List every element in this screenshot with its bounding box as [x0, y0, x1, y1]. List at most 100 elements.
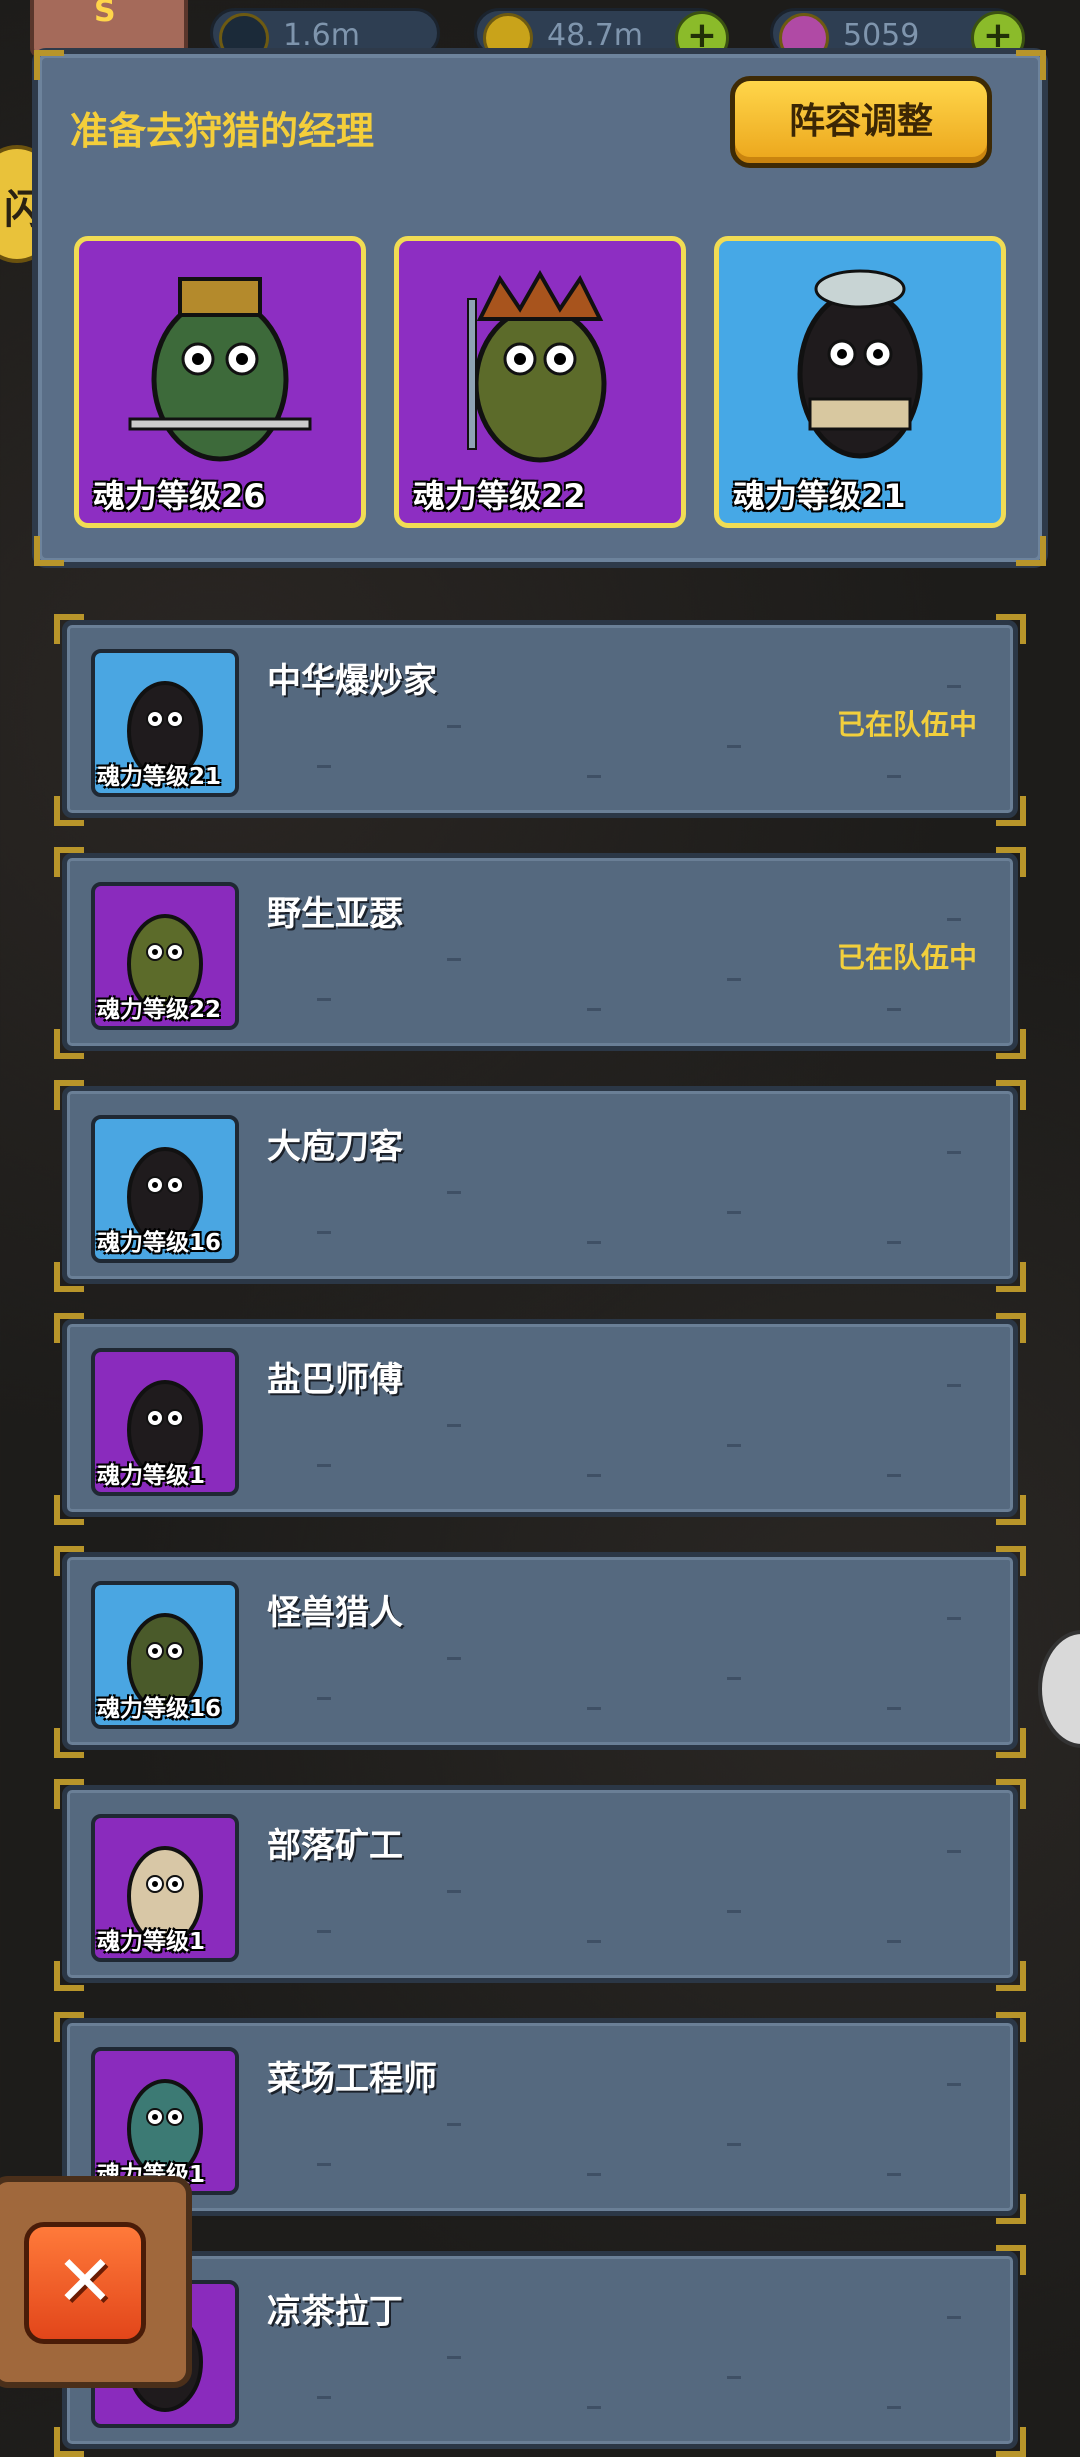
panel-texture	[587, 1940, 601, 1943]
corner-bolt	[996, 1961, 1026, 1991]
corner-bolt	[996, 796, 1026, 826]
manager-name: 大庖刀客	[267, 1127, 403, 1167]
in-team-status: 已在队伍中	[836, 941, 977, 974]
corner-bolt	[54, 1080, 84, 1110]
soul-level-label: 魂力等级1	[97, 1463, 206, 1489]
panel-texture	[727, 2143, 741, 2146]
manager-thumbnail: 魂力等级1	[91, 2047, 239, 2195]
team-slot-3[interactable]: 魂力等级21	[714, 236, 1006, 528]
panel-texture	[887, 775, 901, 778]
corner-bolt	[996, 1080, 1026, 1110]
panel-texture	[887, 2406, 901, 2409]
soul-level-label: 魂力等级22	[413, 477, 586, 515]
corner-bolt	[996, 1779, 1026, 1809]
panel-texture	[317, 765, 331, 768]
panel-texture	[317, 1464, 331, 1467]
panel-texture	[447, 2356, 461, 2359]
corner-bolt	[54, 614, 84, 644]
panel-texture	[317, 2396, 331, 2399]
panel-texture	[317, 998, 331, 1001]
panel-texture	[317, 2163, 331, 2166]
soul-level-label: 魂力等级21	[97, 764, 222, 790]
manager-portrait-icon	[467, 269, 607, 463]
panel-texture	[887, 1940, 901, 1943]
soul-level-label: 魂力等级21	[733, 477, 906, 515]
panel-texture	[727, 1910, 741, 1913]
close-button[interactable]: ✕	[24, 2222, 146, 2344]
panel-texture	[887, 1474, 901, 1477]
close-button-frame: ✕	[0, 2176, 192, 2388]
corner-bolt	[54, 2427, 84, 2457]
panel-texture	[727, 978, 741, 981]
manager-row[interactable]: 凉茶拉丁	[62, 2251, 1018, 2449]
manager-row[interactable]: 魂力等级21 中华爆炒家 已在队伍中	[62, 620, 1018, 818]
panel-texture	[317, 1697, 331, 1700]
team-slot-1[interactable]: 魂力等级26	[74, 236, 366, 528]
manager-name: 怪兽猎人	[267, 1593, 403, 1633]
panel-texture	[587, 775, 601, 778]
manager-name: 部落矿工	[267, 1826, 403, 1866]
corner-bolt	[54, 1728, 84, 1758]
corner-bolt	[996, 1546, 1026, 1576]
manager-row[interactable]: 魂力等级1 部落矿工	[62, 1785, 1018, 1983]
corner-bolt	[1016, 50, 1046, 80]
panel-texture	[727, 1677, 741, 1680]
adjust-lineup-button[interactable]: 阵容调整	[730, 76, 992, 168]
corner-bolt	[996, 847, 1026, 877]
corner-bolt	[54, 1029, 84, 1059]
corner-bolt	[54, 1262, 84, 1292]
panel-texture	[947, 918, 961, 921]
panel-texture	[887, 2173, 901, 2176]
panel-texture	[887, 1241, 901, 1244]
corner-bolt	[996, 1313, 1026, 1343]
panel-texture	[947, 1384, 961, 1387]
page-title: 准备去狩猎的经理	[70, 109, 375, 153]
panel-texture	[447, 1191, 461, 1194]
manager-name: 凉茶拉丁	[267, 2292, 403, 2332]
manager-name: 野生亚瑟	[267, 894, 403, 934]
manager-name: 菜场工程师	[267, 2059, 437, 2099]
panel-texture	[317, 1231, 331, 1234]
panel-texture	[587, 1241, 601, 1244]
manager-thumbnail: 魂力等级22	[91, 882, 239, 1030]
manager-row[interactable]: 魂力等级1 盐巴师傅	[62, 1319, 1018, 1517]
panel-texture	[947, 2083, 961, 2086]
manager-row[interactable]: 魂力等级22 野生亚瑟已在队伍中	[62, 853, 1018, 1051]
corner-bolt	[54, 2012, 84, 2042]
manager-name: 盐巴师傅	[267, 1360, 403, 1400]
corner-bolt	[1016, 536, 1046, 566]
manager-row[interactable]: 魂力等级1 菜场工程师	[62, 2018, 1018, 2216]
panel-texture	[947, 2316, 961, 2319]
manager-portrait-icon	[128, 277, 312, 462]
manager-thumbnail: 魂力等级1	[91, 1814, 239, 1962]
panel-texture	[947, 1617, 961, 1620]
manager-row[interactable]: 魂力等级16 大庖刀客	[62, 1086, 1018, 1284]
soul-level-label: 魂力等级22	[97, 997, 222, 1023]
manager-name: 中华爆炒家	[267, 661, 437, 701]
corner-bolt	[34, 536, 64, 566]
panel-texture	[447, 2123, 461, 2126]
corner-bolt	[34, 50, 64, 80]
manager-row[interactable]: 魂力等级16 怪兽猎人	[62, 1552, 1018, 1750]
corner-bolt	[54, 1495, 84, 1525]
panel-texture	[447, 725, 461, 728]
team-slot-2[interactable]: 魂力等级22	[394, 236, 686, 528]
manager-thumbnail: 魂力等级21	[91, 649, 239, 797]
soul-level-label: 魂力等级26	[93, 477, 266, 515]
panel-texture	[587, 1008, 601, 1011]
corner-bolt	[996, 2427, 1026, 2457]
corner-bolt	[54, 847, 84, 877]
panel-texture	[447, 958, 461, 961]
panel-texture	[887, 1707, 901, 1710]
panel-texture	[727, 1444, 741, 1447]
corner-bolt	[54, 796, 84, 826]
manager-thumbnail: 魂力等级16	[91, 1581, 239, 1729]
panel-texture	[317, 1930, 331, 1933]
panel-texture	[447, 1657, 461, 1660]
side-avatar-button[interactable]	[1038, 1630, 1080, 1748]
soul-level-label: 魂力等级16	[97, 1696, 222, 1722]
panel-texture	[947, 1850, 961, 1853]
corner-bolt	[54, 1546, 84, 1576]
corner-bolt	[996, 614, 1026, 644]
panel-texture	[727, 1211, 741, 1214]
